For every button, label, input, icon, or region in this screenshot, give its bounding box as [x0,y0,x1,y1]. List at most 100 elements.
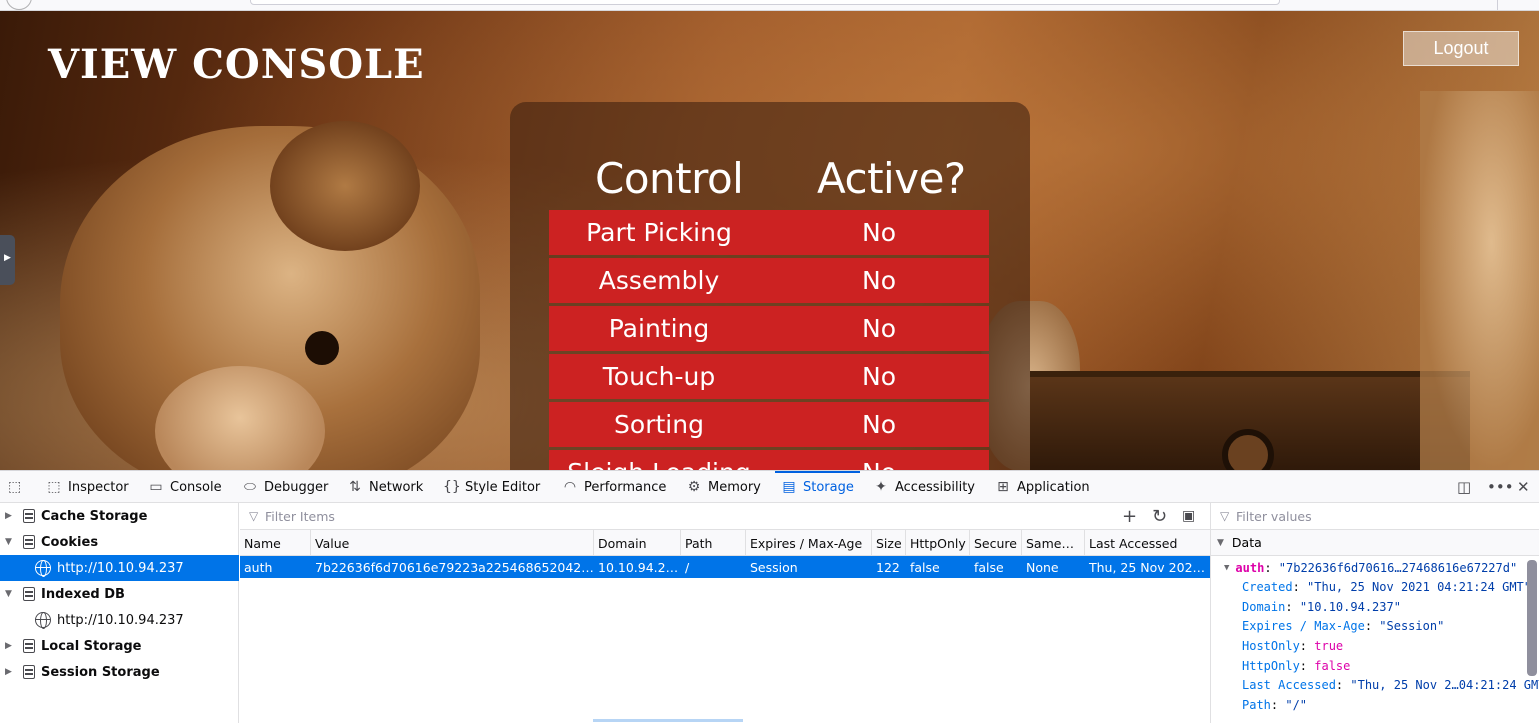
data-entry[interactable]: HttpOnly: false [1242,656,1350,675]
tab-style-editor[interactable]: {} Style Editor [443,471,540,503]
control-row: Painting No [549,306,989,351]
sidebar-toggle-handle[interactable]: ▶ [0,235,15,285]
database-icon [23,639,35,653]
tab-label: Memory [708,479,761,495]
data-entry[interactable]: Last Accessed: "Thu, 25 Nov 2…04:21:24 G… [1242,675,1539,694]
cell-size: 122 [876,559,900,575]
column-header[interactable]: HttpOnly [906,530,970,556]
storage-icon: ▤ [782,479,796,495]
control-row: Assembly No [549,258,989,303]
entry-key: Expires / Max-Age [1242,618,1365,633]
chevron-right-icon: ▶ [4,253,11,263]
refresh-icon[interactable]: ↻ [1152,506,1167,527]
toolbar-divider [1497,0,1498,10]
more-options-icon[interactable]: ••• [1487,478,1514,496]
filter-items-input[interactable]: Filter Items [265,509,335,524]
tab-debugger[interactable]: ⬭ Debugger [242,471,328,503]
tab-storage[interactable]: ▤ Storage [775,471,860,503]
filter-values-input[interactable]: Filter values [1236,509,1312,524]
tab-label: Accessibility [895,479,975,495]
database-icon [23,587,35,601]
data-entry[interactable]: Path: "/" [1242,695,1307,714]
tree-item-local-storage[interactable]: ▶ Local Storage [0,633,239,659]
cell-value: 7b22636f6d70616e79223a225468652042… [315,559,594,575]
background-light [1420,91,1539,470]
tab-label: Storage [803,479,854,495]
tab-label: Performance [584,479,667,495]
sidebar-scrollbar[interactable] [1527,560,1537,676]
tab-console[interactable]: ▭ Console [148,471,222,503]
control-name: Sleigh Loading [549,450,769,470]
cell-secure: false [974,559,1004,575]
control-status: No [862,362,896,391]
column-header[interactable]: Last Accessed [1085,530,1210,556]
tree-item-cookies[interactable]: ▼ Cookies [0,529,239,555]
tab-inspector[interactable]: ⬚ Inspector [46,471,128,503]
page-title: VIEW CONSOLE [48,41,425,88]
column-header[interactable]: Secure [970,530,1022,556]
browser-toolbar [0,0,1539,11]
filter-icon: ▽ [1220,509,1230,523]
chevron-right-icon: ▶ [5,667,12,677]
style-editor-icon: {} [443,479,461,495]
data-entry[interactable]: HostOnly: true [1242,636,1343,655]
column-header[interactable]: Expires / Max-Age [746,530,872,556]
tab-label: Application [1017,479,1090,495]
column-header[interactable]: Same… [1022,530,1085,556]
tree-item-cache-storage[interactable]: ▶ Cache Storage [0,503,239,529]
tab-memory[interactable]: ⚙ Memory [686,471,761,503]
add-item-icon[interactable]: + [1122,506,1137,527]
filter-icon: ▽ [249,509,259,523]
control-name: Assembly [598,266,720,295]
toggle-sidebar-icon[interactable]: ▣ [1182,508,1195,524]
column-header[interactable]: Name [240,530,311,556]
control-status: No [862,266,896,295]
column-header[interactable]: Path [681,530,746,556]
data-entry-auth[interactable]: ▼ auth: "7b22636f6d70616…27468616e67227d… [1224,558,1517,577]
data-entry[interactable]: Expires / Max-Age: "Session" [1242,616,1444,635]
network-icon: ⇅ [349,479,361,495]
tab-application[interactable]: ⊞ Application [995,471,1090,503]
column-header[interactable]: Size [872,530,906,556]
tree-item-indexed-db-host[interactable]: http://10.10.94.237 [0,607,239,633]
column-header[interactable]: Domain [594,530,681,556]
element-picker-icon[interactable]: ⬚ [8,479,26,495]
data-section-header[interactable]: ▼ Data [1211,530,1539,556]
entry-key: HostOnly [1242,638,1300,653]
tab-label: Style Editor [465,479,541,495]
entry-key: auth [1235,560,1265,575]
data-entry[interactable]: Domain: "10.10.94.237" [1242,597,1401,616]
entry-value: false [1314,658,1351,673]
entry-key: Created [1242,579,1293,594]
reload-button[interactable] [6,0,32,10]
cell-domain: 10.10.94.2… [598,559,679,575]
tab-performance[interactable]: ◠ Performance [562,471,667,503]
tree-item-cookies-host[interactable]: http://10.10.94.237 [0,555,239,581]
performance-icon: ◠ [563,479,577,495]
tree-label: Local Storage [41,638,142,654]
tab-label: Console [170,479,222,495]
url-bar[interactable] [250,0,1280,5]
tree-item-indexed-db[interactable]: ▼ Indexed DB [0,581,239,607]
table-row[interactable]: auth 7b22636f6d70616e79223a225468652042…… [240,556,1210,578]
entry-value: "10.10.94.237" [1299,599,1401,614]
tab-network[interactable]: ⇅ Network [347,471,423,503]
control-status: No [862,314,896,343]
control-name: Painting [608,314,710,343]
entry-key: Domain [1242,599,1286,614]
memory-icon: ⚙ [687,479,701,495]
database-icon [23,509,35,523]
chevron-right-icon: ▶ [5,511,12,521]
data-entry[interactable]: Created: "Thu, 25 Nov 2021 04:21:24 GMT" [1242,577,1531,596]
control-status: No [862,218,896,247]
close-icon[interactable]: ✕ [1517,478,1530,496]
logout-button[interactable]: Logout [1403,31,1519,66]
column-header[interactable]: Value [311,530,594,556]
entry-value: "Session" [1379,618,1445,633]
dock-side-icon[interactable]: ◫ [1457,478,1471,496]
entry-value: "Thu, 25 Nov 2…04:21:24 GMT" [1350,677,1539,692]
tab-accessibility[interactable]: ✦ Accessibility [873,471,975,503]
control-status: No [862,410,896,439]
tree-item-session-storage[interactable]: ▶ Session Storage [0,659,239,685]
cell-path: / [685,559,690,575]
